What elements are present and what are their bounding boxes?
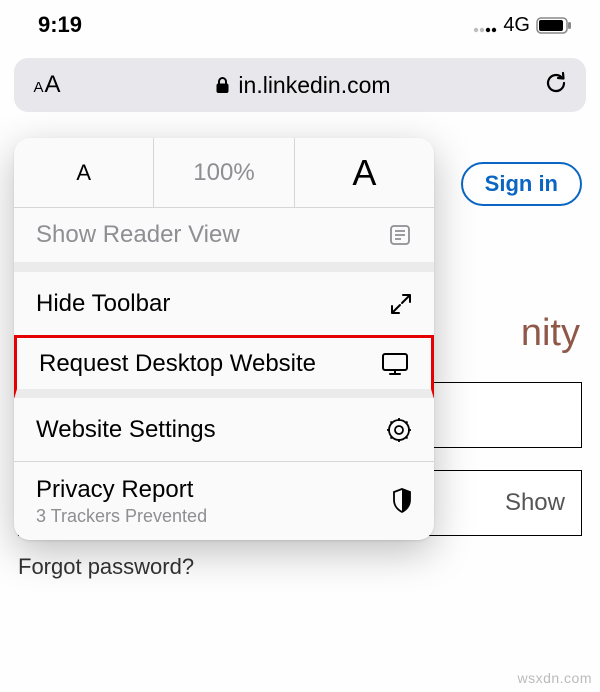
- desktop-icon: [381, 352, 409, 376]
- reader-icon: [388, 223, 412, 247]
- reload-icon: [543, 70, 569, 96]
- text-size-big-a: A: [45, 71, 61, 99]
- watermark: wsxdn.com: [517, 670, 592, 686]
- show-password-toggle[interactable]: Show: [505, 489, 565, 517]
- network-label: 4G: [503, 14, 530, 37]
- status-right: 4G: [473, 14, 572, 37]
- reload-button[interactable]: [526, 70, 586, 101]
- zoom-percent[interactable]: 100%: [154, 138, 294, 207]
- website-settings-label: Website Settings: [36, 416, 216, 444]
- gear-icon: [386, 417, 412, 443]
- zoom-out-icon: A: [76, 160, 91, 186]
- request-desktop-label: Request Desktop Website: [39, 350, 316, 378]
- lock-icon: [215, 76, 230, 94]
- privacy-report-sub: 3 Trackers Prevented: [36, 506, 207, 527]
- signal-icon: [473, 17, 497, 33]
- text-size-small-a: A: [33, 79, 43, 96]
- zoom-out-button[interactable]: A: [14, 138, 154, 207]
- status-time: 9:19: [38, 12, 82, 38]
- zoom-row: A 100% A: [14, 138, 434, 208]
- expand-icon: [390, 293, 412, 315]
- show-reader-view-label: Show Reader View: [36, 221, 240, 249]
- hide-toolbar-item[interactable]: Hide Toolbar: [14, 272, 434, 336]
- zoom-in-button[interactable]: A: [295, 138, 434, 207]
- heading-fragment: nity: [521, 312, 580, 355]
- page-settings-popover: A 100% A Show Reader View Hide Toolbar R…: [14, 138, 434, 540]
- url-display[interactable]: in.linkedin.com: [80, 72, 526, 99]
- privacy-report-label: Privacy Report: [36, 476, 207, 504]
- hide-toolbar-label: Hide Toolbar: [36, 290, 170, 318]
- privacy-report-item[interactable]: Privacy Report 3 Trackers Prevented: [14, 462, 434, 540]
- url-bar: A A in.linkedin.com: [14, 58, 586, 112]
- zoom-in-icon: A: [352, 152, 376, 194]
- zoom-percent-label: 100%: [193, 159, 254, 187]
- url-text: in.linkedin.com: [238, 72, 390, 99]
- text-size-control[interactable]: A A: [14, 71, 80, 99]
- forgot-password-link[interactable]: Forgot password?: [18, 554, 194, 580]
- shield-icon: [392, 488, 412, 514]
- request-desktop-item[interactable]: Request Desktop Website: [14, 335, 434, 399]
- status-bar: 9:19 4G: [0, 0, 600, 46]
- website-settings-item[interactable]: Website Settings: [14, 398, 434, 462]
- battery-icon: [536, 17, 572, 34]
- show-reader-view-item: Show Reader View: [14, 208, 434, 272]
- sign-in-button[interactable]: Sign in: [461, 162, 582, 206]
